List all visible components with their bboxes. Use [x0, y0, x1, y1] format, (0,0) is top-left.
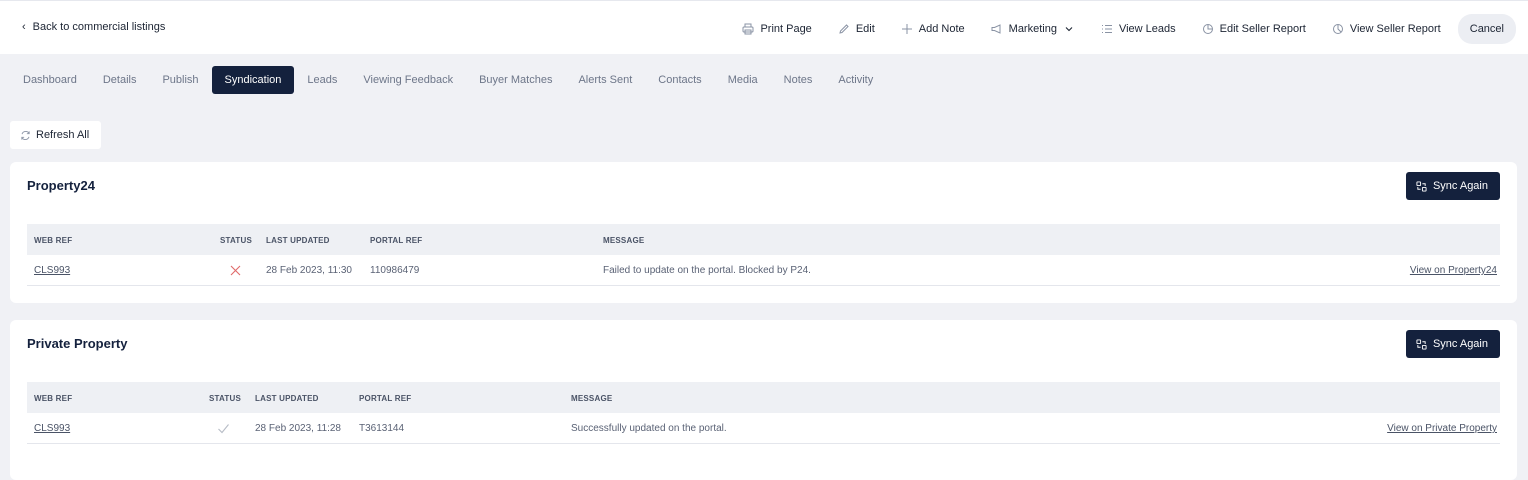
tab-syndication[interactable]: Syndication	[211, 66, 295, 94]
back-link[interactable]: ‹ Back to commercial listings	[22, 21, 165, 33]
sync-again-button[interactable]: Sync Again	[1405, 172, 1500, 200]
view-seller-report-button[interactable]: View Seller Report	[1319, 15, 1454, 43]
plus-icon	[901, 23, 913, 35]
col-status: STATUS	[220, 236, 253, 245]
message: Failed to update on the portal. Blocked …	[603, 265, 811, 276]
last-updated: 28 Feb 2023, 11:30	[266, 265, 352, 276]
pie-chart-icon	[1202, 23, 1214, 35]
success-check-icon	[218, 424, 229, 434]
failed-x-icon	[230, 265, 241, 276]
tab-alerts-sent[interactable]: Alerts Sent	[565, 66, 645, 94]
web-ref-link[interactable]: CLS993	[34, 423, 70, 434]
message: Successfully updated on the portal.	[571, 423, 727, 434]
tab-buyer-matches[interactable]: Buyer Matches	[466, 66, 565, 94]
col-portal-ref: PORTAL REF	[359, 394, 412, 403]
edit-button[interactable]: Edit	[825, 15, 888, 43]
tab-bar: Dashboard Details Publish Syndication Le…	[10, 66, 886, 94]
syndication-table: WEB REF STATUS LAST UPDATED PORTAL REF M…	[27, 382, 1500, 444]
tab-contacts[interactable]: Contacts	[645, 66, 714, 94]
edit-seller-report-button[interactable]: Edit Seller Report	[1189, 15, 1319, 43]
col-status: STATUS	[209, 394, 242, 403]
refresh-all-button[interactable]: Refresh All	[10, 121, 102, 149]
last-updated: 28 Feb 2023, 11:28	[255, 423, 341, 434]
refresh-all-label: Refresh All	[36, 129, 90, 141]
col-last-updated: LAST UPDATED	[255, 394, 319, 403]
syndication-table: WEB REF STATUS LAST UPDATED PORTAL REF M…	[27, 224, 1500, 286]
cancel-label: Cancel	[1469, 23, 1504, 35]
sync-again-button[interactable]: Sync Again	[1405, 330, 1500, 358]
edit-seller-report-label: Edit Seller Report	[1219, 23, 1306, 35]
tab-activity[interactable]: Activity	[825, 66, 886, 94]
sync-icon	[1416, 338, 1427, 350]
top-bar: ‹ Back to commercial listings Print Page…	[0, 0, 1528, 54]
pencil-icon	[838, 23, 850, 35]
table-row: CLS993 28 Feb 2023, 11:30 110986479 Fail…	[27, 255, 1500, 286]
table-header: WEB REF STATUS LAST UPDATED PORTAL REF M…	[27, 382, 1500, 413]
add-note-label: Add Note	[918, 23, 965, 35]
megaphone-icon	[991, 23, 1003, 35]
col-message: MESSAGE	[571, 394, 613, 403]
chevron-left-icon: ‹	[22, 21, 26, 33]
print-page-label: Print Page	[760, 23, 812, 35]
tab-media[interactable]: Media	[715, 66, 771, 94]
edit-label: Edit	[855, 23, 875, 35]
view-seller-report-label: View Seller Report	[1349, 23, 1441, 35]
header-actions: Print Page Edit Add Note Marketing View …	[729, 14, 1516, 44]
cancel-button[interactable]: Cancel	[1457, 14, 1516, 44]
view-leads-button[interactable]: View Leads	[1088, 15, 1189, 43]
col-last-updated: LAST UPDATED	[266, 236, 330, 245]
portal-title: Property24	[27, 178, 95, 193]
portal-ref: 110986479	[370, 265, 420, 276]
add-note-button[interactable]: Add Note	[888, 15, 978, 43]
table-row: CLS993 28 Feb 2023, 11:28 T3613144 Succe…	[27, 413, 1500, 444]
marketing-dropdown[interactable]: Marketing	[978, 15, 1088, 43]
col-web-ref: WEB REF	[34, 236, 73, 245]
view-on-portal-link[interactable]: View on Property24	[1410, 265, 1497, 276]
portal-card-private-property: Private Property Sync Again WEB REF STAT…	[10, 320, 1517, 480]
tab-viewing-feedback[interactable]: Viewing Feedback	[350, 66, 466, 94]
tab-publish[interactable]: Publish	[149, 66, 211, 94]
portal-ref: T3613144	[359, 423, 405, 434]
portal-card-property24: Property24 Sync Again WEB REF STATUS LAS…	[10, 162, 1517, 303]
tab-details[interactable]: Details	[90, 66, 150, 94]
col-portal-ref: PORTAL REF	[370, 236, 423, 245]
sync-again-label: Sync Again	[1432, 180, 1488, 192]
back-link-label: Back to commercial listings	[32, 21, 166, 33]
list-icon	[1101, 23, 1113, 35]
chevron-down-icon	[1063, 23, 1075, 35]
web-ref-link[interactable]: CLS993	[34, 265, 70, 276]
pie-chart-icon	[1332, 23, 1344, 35]
table-header: WEB REF STATUS LAST UPDATED PORTAL REF M…	[27, 224, 1500, 255]
print-page-button[interactable]: Print Page	[729, 15, 824, 43]
col-message: MESSAGE	[603, 236, 645, 245]
portal-title: Private Property	[27, 336, 128, 351]
sync-again-label: Sync Again	[1432, 338, 1488, 350]
refresh-icon	[21, 130, 30, 140]
view-leads-label: View Leads	[1118, 23, 1176, 35]
marketing-label: Marketing	[1008, 23, 1057, 35]
view-on-portal-link[interactable]: View on Private Property	[1387, 423, 1497, 434]
tab-notes[interactable]: Notes	[771, 66, 826, 94]
tab-dashboard[interactable]: Dashboard	[10, 66, 90, 94]
sync-icon	[1416, 180, 1427, 192]
col-web-ref: WEB REF	[34, 394, 73, 403]
printer-icon	[742, 23, 754, 35]
tab-leads[interactable]: Leads	[294, 66, 350, 94]
